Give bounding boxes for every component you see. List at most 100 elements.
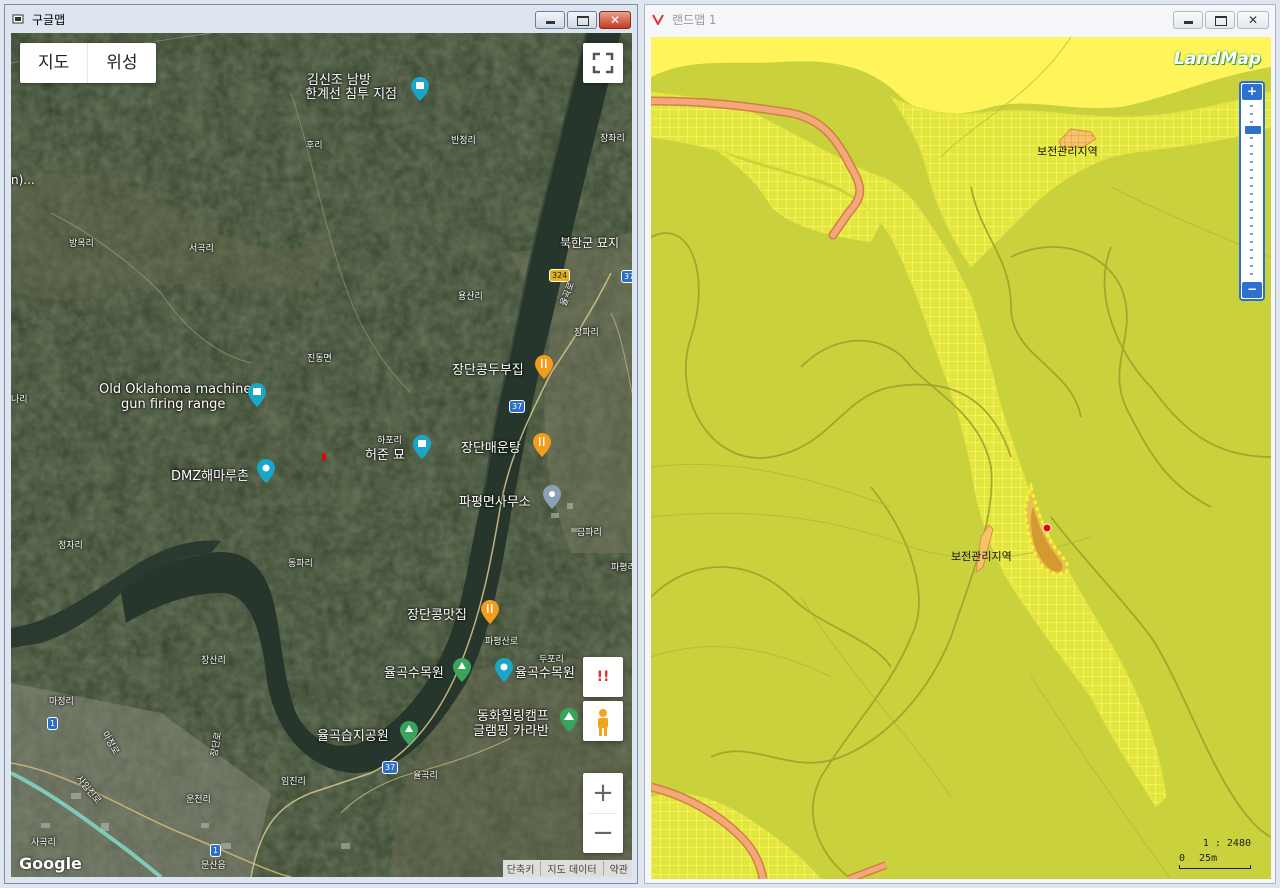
poi-label[interactable]: 글램핑 카라반 xyxy=(473,725,549,739)
poi-label[interactable]: 장단매운탕 xyxy=(461,442,521,456)
close-icon: ✕ xyxy=(1247,13,1259,27)
title-bar[interactable]: 구글맵 ✕ xyxy=(5,5,637,33)
fork-knife-icon[interactable] xyxy=(535,355,553,379)
poi-label[interactable]: 동화힐링캠프 xyxy=(477,710,549,724)
scale-bar: 1 : 2480 0 25m xyxy=(1179,838,1251,869)
maximize-button[interactable] xyxy=(1205,11,1235,29)
window-controls: ✕ xyxy=(1173,11,1269,29)
tree-icon[interactable] xyxy=(400,721,418,745)
app-icon xyxy=(12,14,24,24)
map-data-link[interactable]: 지도 데이터 xyxy=(540,861,597,876)
place-label: 율곡리 xyxy=(413,771,438,781)
satellite-map[interactable]: 김신조 남방 한계선 침투 지점 반정리 장좌리 후리 n)... 북한군 묘지… xyxy=(11,33,632,877)
scale-zero: 0 xyxy=(1179,853,1186,864)
zone-label: 보전관리지역 xyxy=(1037,145,1098,158)
place-label: 하포리 xyxy=(377,436,402,446)
poi-label[interactable]: 장단콩맛집 xyxy=(407,609,467,623)
route-shield: 37 xyxy=(509,400,526,413)
landmap-logo[interactable]: LandMap xyxy=(1174,49,1261,69)
place-label: 용산리 xyxy=(458,292,483,302)
zoom-in-button[interactable]: + xyxy=(583,773,623,813)
scale-line xyxy=(1179,865,1251,869)
place-label: 반정리 xyxy=(451,136,476,146)
castle-icon[interactable] xyxy=(413,435,431,459)
poi-label[interactable]: 파평면사무소 xyxy=(459,496,531,510)
place-label: 운천리 xyxy=(186,795,211,805)
place-label: 파평리 xyxy=(611,563,632,573)
place-label: 장파리 xyxy=(574,328,599,338)
terms-link[interactable]: 약관 xyxy=(602,861,628,876)
map-credits: 단축키 지도 데이터 약관 xyxy=(502,860,632,877)
zoom-out-button[interactable]: − xyxy=(1242,282,1262,298)
place-label: 동파리 xyxy=(288,559,313,569)
tent-icon[interactable] xyxy=(560,708,578,732)
place-label: 장산리 xyxy=(201,656,226,666)
poi-label[interactable]: 율곡수목원 xyxy=(515,667,575,681)
pegman-button[interactable] xyxy=(583,701,623,741)
route-shield: 37 xyxy=(382,761,399,774)
place-label: 사곡리 xyxy=(31,838,56,848)
maximize-icon xyxy=(577,16,589,26)
maximize-icon xyxy=(1215,16,1227,26)
poi-label[interactable]: 한계선 침투 지점 xyxy=(305,88,397,102)
place-label: 정자리 xyxy=(58,541,83,551)
place-label: 진동면 xyxy=(307,354,332,364)
fork-knife-icon[interactable] xyxy=(533,433,551,457)
fullscreen-button[interactable] xyxy=(583,43,623,83)
close-button[interactable]: ✕ xyxy=(599,11,631,29)
landmap-logo-icon xyxy=(652,14,664,25)
road-label: 파평산로 xyxy=(485,637,519,647)
fork-knife-icon[interactable] xyxy=(481,600,499,624)
poi-label[interactable]: 율곡습지공원 xyxy=(317,730,389,744)
camera-icon[interactable] xyxy=(257,459,275,483)
alert-button[interactable]: !! xyxy=(583,657,623,697)
google-map-window: 구글맵 ✕ 김신조 남방 한계선 침투 지점 반정리 장좌리 후리 n)... … xyxy=(4,4,638,884)
window-title: 구글맵 xyxy=(32,13,66,27)
poi-label[interactable]: gun firing range xyxy=(121,398,225,412)
zoom-in-button[interactable]: + xyxy=(1242,84,1262,100)
poi-label[interactable]: DMZ해마루촌 xyxy=(171,470,249,484)
camera-icon[interactable] xyxy=(495,658,513,682)
castle-icon[interactable] xyxy=(248,383,266,407)
map-type-control: 지도 위성 xyxy=(20,43,156,83)
poi-label[interactable]: 김신조 남방 xyxy=(307,74,371,88)
minimize-icon xyxy=(546,21,555,24)
pegman-icon xyxy=(598,709,608,736)
place-label: 두포리 xyxy=(539,655,564,665)
poi-label[interactable]: Old Oklahoma machine xyxy=(99,383,251,397)
fullscreen-icon xyxy=(592,52,614,74)
zoom-out-button[interactable]: − xyxy=(583,814,623,853)
poi-label[interactable]: 장단콩두부집 xyxy=(452,364,524,378)
map-type-map-button[interactable]: 지도 xyxy=(20,43,87,83)
landmap-window: 랜드맵 1 ✕ 보전관리지역 보전관리지역 LandMap + − 1: 24… xyxy=(644,4,1276,884)
place-label: n)... xyxy=(11,173,35,187)
window-title: 랜드맵 1 xyxy=(672,13,717,27)
zoom-control: + − xyxy=(583,773,623,853)
place-label: 문산읍 xyxy=(201,861,226,871)
place-label: 마정리 xyxy=(49,697,74,707)
place-label: 임진리 xyxy=(281,777,306,787)
tree-icon[interactable] xyxy=(453,658,471,682)
poi-label[interactable]: 북한군 묘지 xyxy=(560,236,619,250)
map-type-satellite-button[interactable]: 위성 xyxy=(87,43,155,83)
pin-icon[interactable] xyxy=(543,485,561,509)
minimize-button[interactable] xyxy=(1173,11,1203,29)
close-button[interactable]: ✕ xyxy=(1237,11,1269,29)
place-label: 후리 xyxy=(306,141,323,151)
castle-icon[interactable] xyxy=(411,77,429,101)
shortcuts-link[interactable]: 단축키 xyxy=(507,861,535,876)
zoom-thumb[interactable] xyxy=(1244,125,1262,135)
maximize-button[interactable] xyxy=(567,11,597,29)
poi-label[interactable]: 허준 묘 xyxy=(365,449,405,463)
minimize-button[interactable] xyxy=(535,11,565,29)
poi-label[interactable]: 율곡수목원 xyxy=(384,667,444,681)
route-shield: 1 xyxy=(210,844,222,857)
window-controls: ✕ xyxy=(535,11,631,29)
title-bar[interactable]: 랜드맵 1 ✕ xyxy=(645,5,1275,33)
minimize-icon xyxy=(1184,21,1193,24)
zoom-slider[interactable]: + − xyxy=(1239,81,1265,301)
place-label: 금파리 xyxy=(577,528,602,538)
close-icon: ✕ xyxy=(609,13,621,27)
land-use-map[interactable]: 보전관리지역 보전관리지역 LandMap + − 1 : 2480 0 25m xyxy=(651,37,1271,879)
google-logo[interactable]: Google xyxy=(19,854,82,873)
